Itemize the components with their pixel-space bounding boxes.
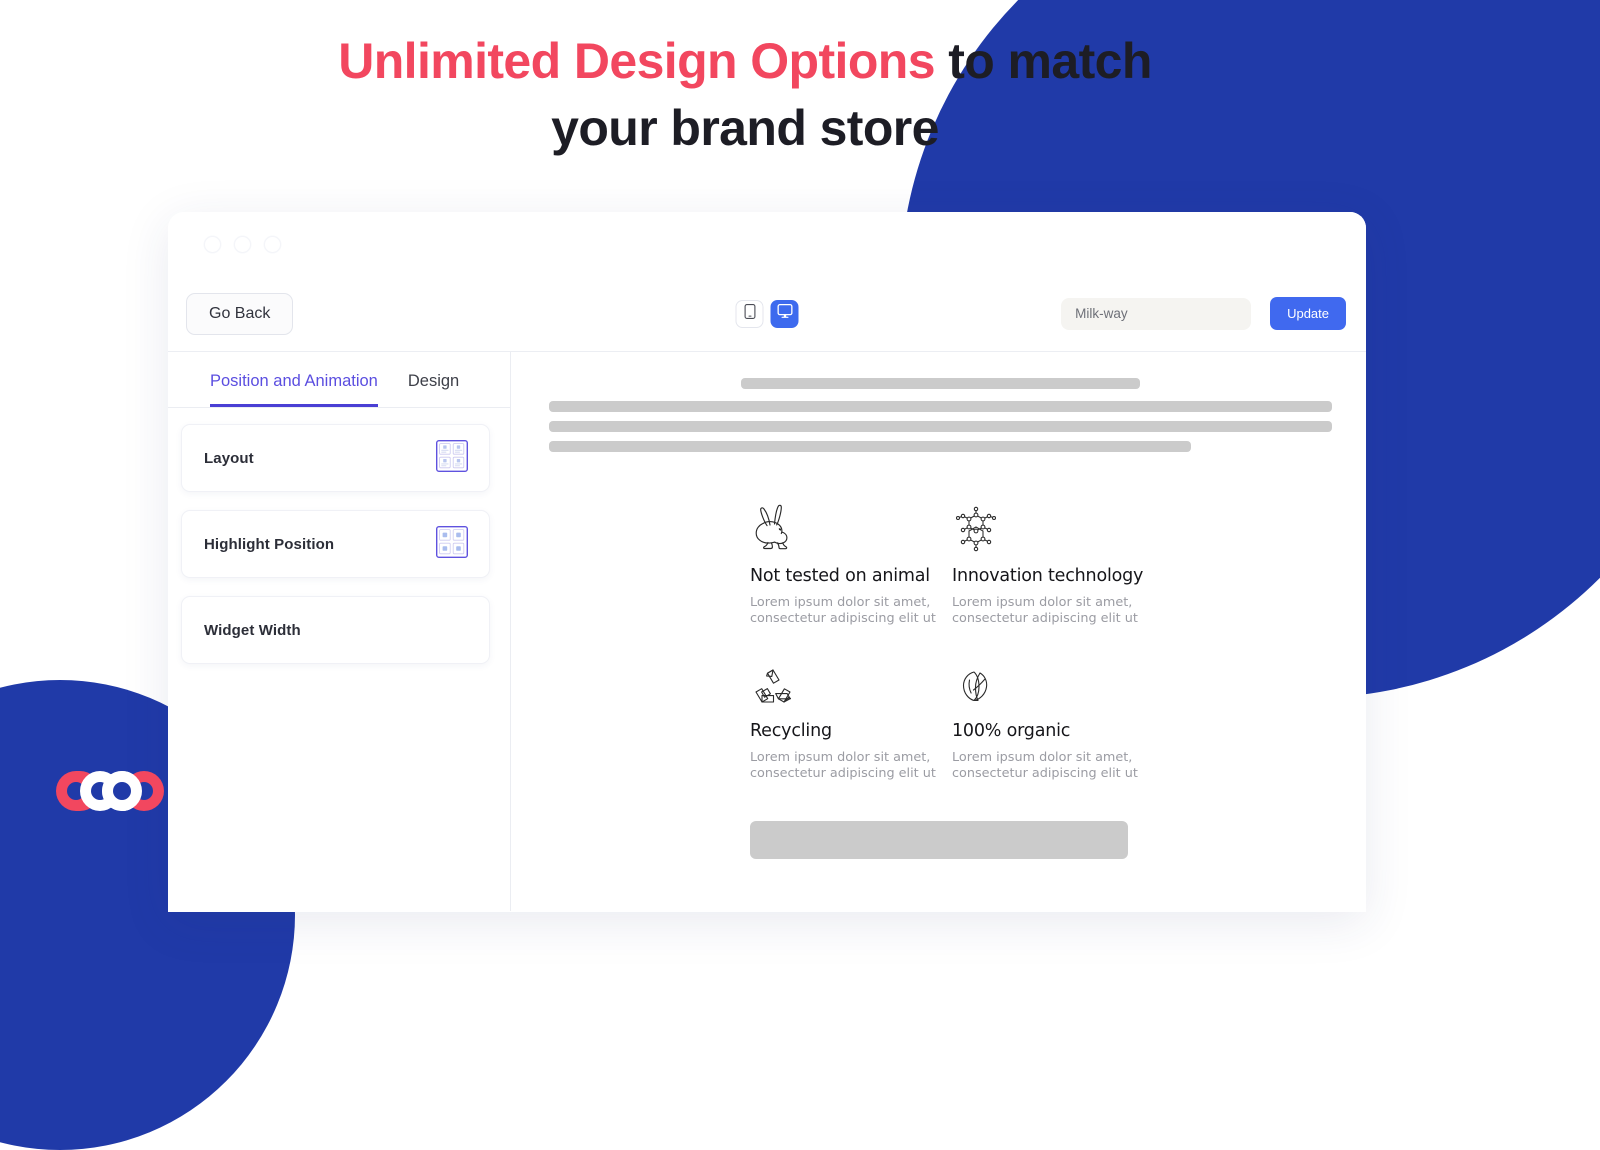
sidebar-card-widget-width-label: Widget Width (204, 621, 301, 639)
good-logo (50, 765, 170, 817)
headline-accent: Unlimited Design Options (338, 33, 935, 89)
sidebar-tabs: Position and Animation Design (168, 352, 510, 408)
molecule-icon (952, 501, 1148, 553)
preview-pane: Not tested on animal Lorem ipsum dolor s… (511, 352, 1366, 911)
feature-item: 100% organic Lorem ipsum dolor sit amet,… (952, 656, 1148, 783)
window-titlebar (168, 212, 1366, 276)
leaf-icon (952, 656, 1148, 708)
window-dot-close-icon[interactable] (204, 235, 221, 253)
sidebar-card-widget-width[interactable]: Widget Width (181, 596, 490, 664)
go-back-button[interactable]: Go Back (186, 292, 294, 335)
update-button[interactable]: Update (1270, 297, 1346, 330)
rabbit-icon (750, 501, 946, 553)
skeleton-line-3 (549, 441, 1192, 452)
feature-item: Not tested on animal Lorem ipsum dolor s… (750, 501, 946, 628)
mobile-icon (744, 303, 755, 324)
feature-description: Lorem ipsum dolor sit amet, consectetur … (952, 749, 1138, 782)
grid-layout-icon[interactable] (435, 439, 469, 477)
window-dot-minimize-icon[interactable] (234, 235, 251, 253)
tab-design[interactable]: Design (408, 372, 459, 407)
skeleton-title-bar (740, 378, 1141, 389)
headline-line2: your brand store (551, 100, 939, 156)
feature-title: Recycling (750, 720, 832, 741)
feature-description: Lorem ipsum dolor sit amet, consectetur … (750, 595, 936, 627)
feature-item: Recycling Lorem ipsum dolor sit amet, co… (750, 656, 946, 783)
desktop-preview-button[interactable] (770, 299, 799, 328)
widget-name-input[interactable] (1061, 297, 1252, 330)
toolbar-right-group: Update (1061, 297, 1346, 330)
sidebar-card-highlight-position-label: Highlight Position (204, 535, 335, 553)
editor-body: Position and Animation Design Layout Hig… (168, 352, 1366, 911)
grid-position-icon[interactable] (435, 525, 469, 563)
skeleton-line-2 (549, 421, 1332, 432)
feature-grid: Not tested on animal Lorem ipsum dolor s… (549, 501, 1332, 783)
sidebar-card-highlight-position[interactable]: Highlight Position (181, 510, 490, 578)
sidebar-card-layout[interactable]: Layout (181, 424, 490, 492)
recycling-icon (750, 656, 946, 708)
mobile-preview-button[interactable] (735, 299, 764, 328)
feature-title: Innovation technology (952, 566, 1144, 586)
sidebar-cards: Layout Highlight Position Widget Width (168, 408, 510, 682)
window-dot-maximize-icon[interactable] (264, 235, 281, 253)
editor-sidebar: Position and Animation Design Layout Hig… (168, 352, 511, 911)
skeleton-line-1 (549, 401, 1332, 412)
headline-rest: to match (934, 33, 1152, 89)
tab-position-and-animation[interactable]: Position and Animation (210, 372, 378, 407)
editor-toolbar: Go Back Milk-way Update (168, 276, 1366, 352)
feature-description: Lorem ipsum dolor sit amet, consectetur … (952, 595, 1138, 627)
feature-title: Not tested on animal (750, 566, 930, 586)
feature-description: Lorem ipsum dolor sit amet, consectetur … (750, 749, 936, 782)
page-headline: Unlimited Design Options to match your b… (0, 28, 1490, 162)
sidebar-card-layout-label: Layout (204, 449, 254, 467)
feature-item: Innovation technology Lorem ipsum dolor … (952, 501, 1148, 628)
device-preview-toggle (735, 299, 799, 328)
desktop-icon (776, 303, 792, 323)
feature-title: 100% organic (952, 720, 1071, 741)
cta-button-skeleton (750, 820, 1128, 859)
browser-window: Go Back Milk-way Update Position and Ani… (168, 212, 1366, 912)
